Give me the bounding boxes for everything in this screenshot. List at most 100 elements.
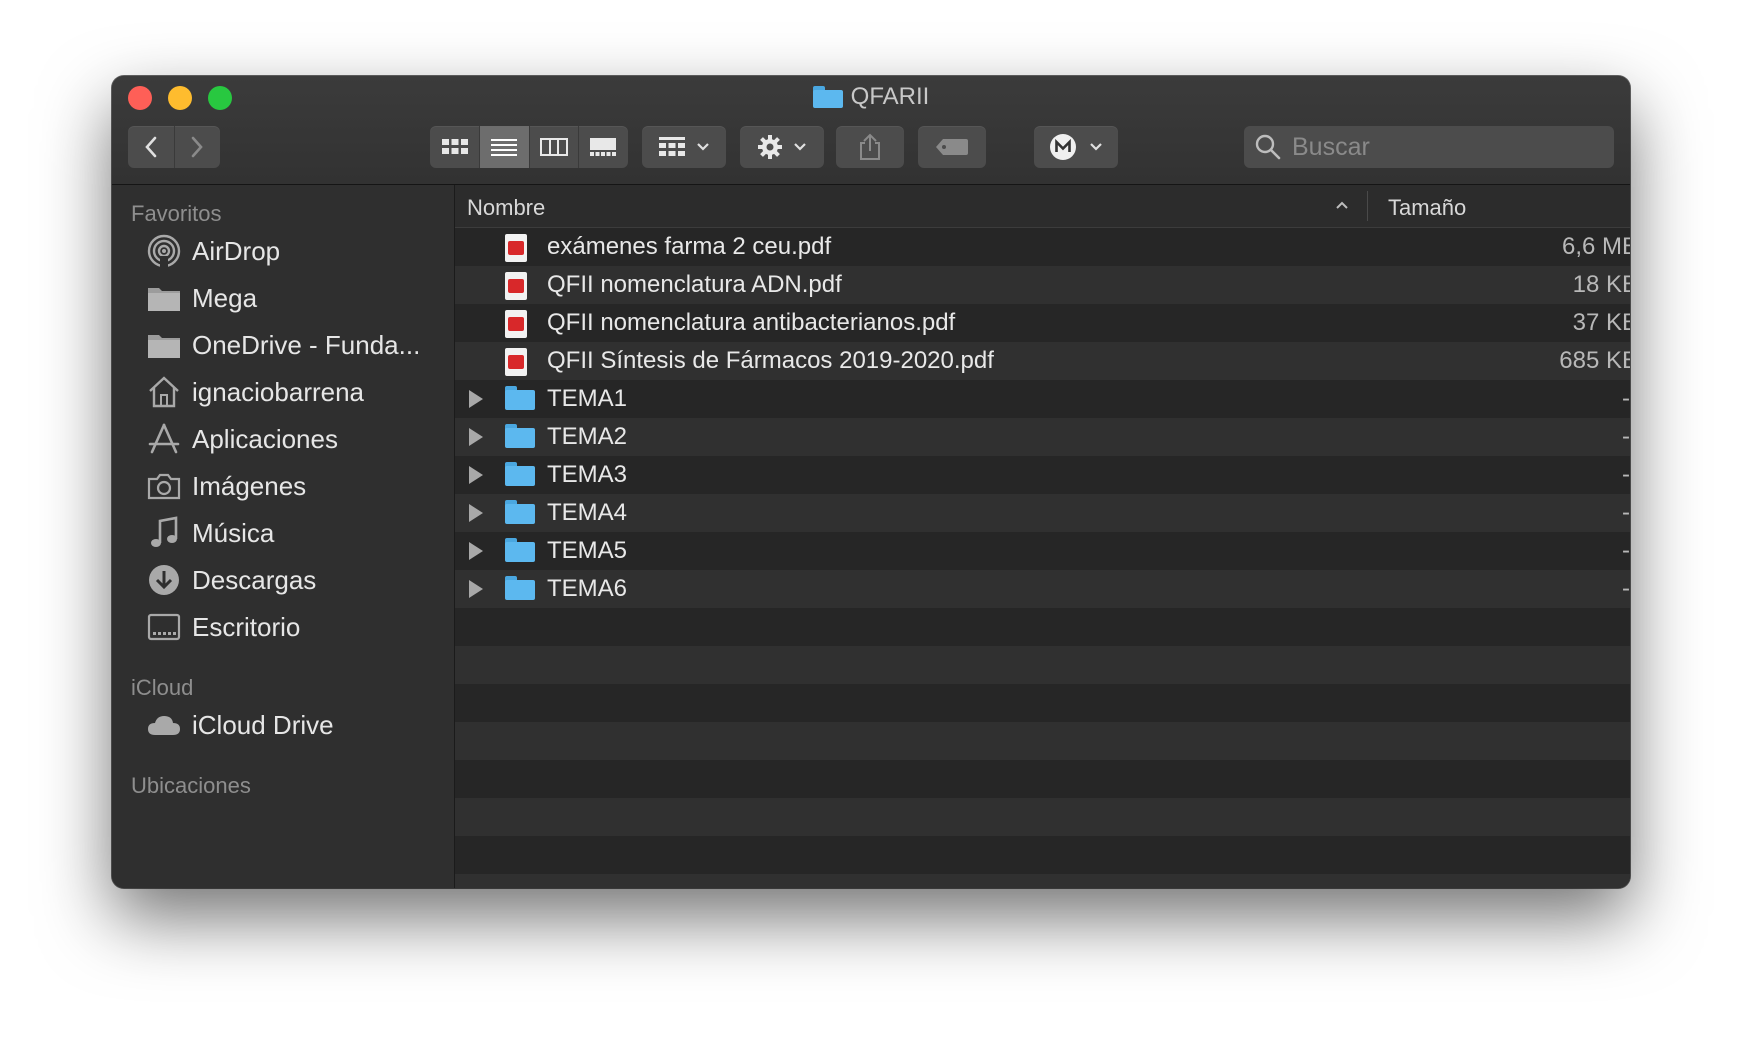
- sidebar-item-label: ignaciobarrena: [192, 376, 365, 407]
- file-name: TEMA4: [547, 499, 628, 526]
- folder-icon: [146, 327, 182, 363]
- file-size: 18 KB: [1572, 271, 1630, 298]
- empty-row: [455, 760, 1630, 798]
- sidebar-item-label: Música: [192, 517, 275, 548]
- file-size: --: [1622, 499, 1630, 526]
- empty-row: [455, 646, 1630, 684]
- disclosure-triangle-icon[interactable]: [469, 542, 483, 560]
- file-name: QFII Síntesis de Fármacos 2019-2020.pdf: [547, 347, 994, 374]
- folder-icon: [505, 424, 535, 448]
- folder-row[interactable]: TEMA3 --: [455, 456, 1630, 494]
- folder-row[interactable]: TEMA5 --: [455, 532, 1630, 570]
- sidebar-item-label: AirDrop: [192, 235, 281, 266]
- back-button[interactable]: [128, 126, 175, 168]
- applications-icon: [146, 421, 182, 457]
- tag-button[interactable]: [918, 126, 986, 168]
- sidebar-item-airdrop[interactable]: AirDrop: [146, 229, 444, 273]
- sidebar-item-home[interactable]: ignaciobarrena: [146, 370, 444, 414]
- search-icon: [1255, 134, 1281, 160]
- folder-row[interactable]: TEMA6 --: [455, 570, 1630, 608]
- mega-menu-button[interactable]: [1034, 126, 1118, 168]
- music-note-icon: [146, 515, 182, 551]
- file-name: TEMA2: [547, 423, 628, 450]
- empty-row: [455, 722, 1630, 760]
- disclosure-triangle-icon[interactable]: [469, 504, 483, 522]
- sidebar-item-onedrive[interactable]: OneDrive - Funda...: [146, 323, 444, 367]
- disclosure-triangle-icon[interactable]: [469, 466, 483, 484]
- sidebar-item-label: OneDrive - Funda...: [192, 329, 421, 360]
- empty-row: [455, 836, 1630, 874]
- folder-row[interactable]: TEMA4 --: [455, 494, 1630, 532]
- cloud-icon: [146, 707, 182, 743]
- sidebar-section-favoritos: Favoritos: [131, 201, 222, 226]
- file-size: --: [1622, 461, 1630, 488]
- chevron-down-icon: [697, 143, 709, 151]
- share-button[interactable]: [836, 126, 904, 168]
- airdrop-icon: [146, 233, 182, 269]
- sidebar-section-ubicaciones: Ubicaciones: [131, 773, 251, 798]
- file-row[interactable]: QFII nomenclatura antibacterianos.pdf 37…: [455, 304, 1630, 342]
- forward-button[interactable]: [175, 126, 221, 168]
- gear-icon: [758, 135, 782, 159]
- group-by-icon: [659, 137, 685, 156]
- action-button[interactable]: [740, 126, 824, 168]
- sidebar: Favoritos AirDrop Mega OneDrive - Funda.…: [112, 185, 455, 888]
- file-row[interactable]: QFII nomenclatura ADN.pdf 18 KB: [455, 266, 1630, 304]
- folder-icon: [505, 500, 535, 524]
- disclosure-triangle-icon[interactable]: [469, 390, 483, 408]
- chevron-down-icon: [794, 143, 806, 151]
- file-name: TEMA6: [547, 575, 628, 602]
- gallery-view-icon: [590, 138, 617, 156]
- search-input[interactable]: [1290, 131, 1594, 163]
- sidebar-item-musica[interactable]: Música: [146, 511, 444, 555]
- desktop-icon: [146, 609, 182, 645]
- column-size-header[interactable]: Tamaño: [1388, 195, 1466, 221]
- folder-icon: [505, 462, 535, 486]
- sidebar-item-descargas[interactable]: Descargas: [146, 558, 444, 602]
- folder-icon: [812, 86, 843, 108]
- chevron-left-icon: [145, 136, 157, 158]
- download-icon: [146, 562, 182, 598]
- folder-icon: [146, 280, 182, 316]
- group-by-button[interactable]: [642, 126, 726, 168]
- titlebar: QFARII: [112, 76, 1630, 185]
- file-size: --: [1622, 537, 1630, 564]
- disclosure-triangle-icon[interactable]: [469, 580, 483, 598]
- file-size: --: [1622, 575, 1630, 602]
- sidebar-item-escritorio[interactable]: Escritorio: [146, 605, 444, 649]
- file-row[interactable]: QFII Síntesis de Fármacos 2019-2020.pdf …: [455, 342, 1630, 380]
- sidebar-item-aplicaciones[interactable]: Aplicaciones: [146, 417, 444, 461]
- disclosure-triangle-icon[interactable]: [469, 428, 483, 446]
- camera-icon: [146, 468, 182, 504]
- file-size: 685 KB: [1559, 347, 1630, 374]
- column-view-button[interactable]: [530, 126, 579, 168]
- folder-row[interactable]: TEMA1 --: [455, 380, 1630, 418]
- folder-icon: [505, 386, 535, 410]
- sidebar-item-imagenes[interactable]: Imágenes: [146, 464, 444, 508]
- sidebar-item-icloud-drive[interactable]: iCloud Drive: [146, 703, 444, 747]
- column-divider[interactable]: [1367, 191, 1368, 221]
- file-size: 6,6 MB: [1561, 233, 1630, 260]
- home-icon: [146, 374, 182, 410]
- search-field: [1244, 126, 1614, 168]
- sidebar-item-label: Descargas: [192, 564, 317, 595]
- file-row[interactable]: exámenes farma 2 ceu.pdf 6,6 MB: [455, 228, 1630, 266]
- window-title-text: QFARII: [850, 83, 930, 110]
- file-name: exámenes farma 2 ceu.pdf: [547, 233, 832, 260]
- gallery-view-button[interactable]: [579, 126, 628, 168]
- file-name: TEMA3: [547, 461, 628, 488]
- pdf-file-icon: [505, 234, 527, 262]
- sidebar-item-mega[interactable]: Mega: [146, 276, 444, 320]
- file-name: QFII nomenclatura antibacterianos.pdf: [547, 309, 956, 336]
- sidebar-item-label: iCloud Drive: [192, 709, 334, 740]
- icon-view-button[interactable]: [430, 126, 481, 168]
- empty-row: [455, 608, 1630, 646]
- list-view-button[interactable]: [480, 126, 530, 168]
- folder-row[interactable]: TEMA2 --: [455, 418, 1630, 456]
- empty-row: [455, 798, 1630, 836]
- view-mode-control: [430, 126, 628, 168]
- window-title: QFARII: [112, 82, 1630, 112]
- mega-icon: [1050, 134, 1076, 160]
- column-name-header[interactable]: Nombre: [467, 195, 545, 221]
- icon-view-icon: [441, 139, 468, 154]
